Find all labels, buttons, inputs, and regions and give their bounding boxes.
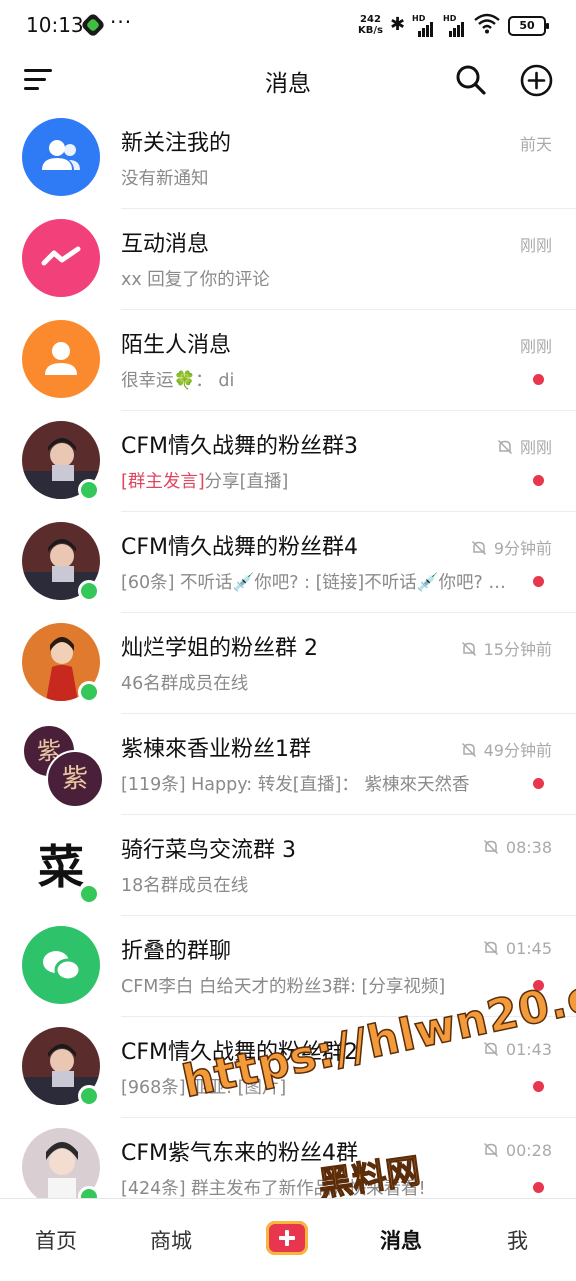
tab-home[interactable]: 首页 [35,1225,77,1255]
group-avatar: 紫 紫 [22,724,104,808]
message-time: 15分钟前 [461,636,552,660]
message-title: CFM情久战舞的粉丝群4 [121,535,358,560]
mute-bell-icon [471,540,486,556]
network-speed-value: 242 [360,14,381,25]
mute-bell-icon [483,940,498,956]
message-preview: xx 回复了你的评论 [121,270,270,290]
signal-icon: HD [412,14,438,37]
message-time-text: 08:38 [505,838,552,857]
app-notification-icon [80,12,106,38]
message-time-text: 15分钟前 [483,640,552,659]
message-row-new-followers[interactable]: 新关注我的 没有新通知 前天 [0,108,576,209]
mute-bell-icon [497,439,513,455]
unread-dot [533,1081,544,1092]
unread-dot [533,576,544,587]
message-preview: [424条] 群主发布了新作品，快来看看! [121,1179,426,1199]
message-time: 00:28 [483,1141,552,1160]
message-preview: 18名群成员在线 [121,876,249,896]
battery-icon: 50 [508,16,549,36]
search-icon[interactable] [455,64,487,96]
message-title: 紫棟來香业粉丝1群 [121,737,311,762]
tab-messages[interactable]: 消息 [380,1225,422,1255]
message-time: 08:38 [483,838,552,857]
mute-bell-icon [461,742,476,758]
message-title: 新关注我的 [121,131,232,156]
message-preview-highlight: [群主发言] [121,472,205,492]
page-title: 消息 [265,71,311,97]
message-time-text: 9分钟前 [493,539,552,558]
tab-mall[interactable]: 商城 [150,1225,192,1255]
unread-dot [533,475,544,486]
online-indicator [78,681,100,703]
message-preview-text: 分享[直播] [204,472,289,492]
mute-bell-icon [461,641,476,657]
message-time: 49分钟前 [461,737,552,761]
message-row-group[interactable]: 紫 紫 紫棟來香业粉丝1群 [119条] Happy: 转发[直播]： 紫棟來天… [0,714,576,815]
message-title: CFM情久战舞的粉丝群3 [121,434,358,459]
create-plus-button[interactable] [266,1221,308,1255]
online-indicator [78,580,100,602]
message-preview: 没有新通知 [121,169,209,189]
message-time-text: 01:43 [505,1040,552,1059]
message-row-group[interactable]: 菜 骑行菜鸟交流群 3 18名群成员在线 08:38 [0,815,576,916]
online-indicator [78,883,100,905]
bluetooth-icon: ✱ [390,14,406,35]
message-title: 骑行菜鸟交流群 3 [121,838,296,863]
folded-chats-avatar [22,926,100,1004]
network-speed: 242 KB/s [358,14,383,36]
message-title: 折叠的群聊 [121,939,232,964]
message-preview: CFM李白 白给天才的粉丝3群: [分享视频] [121,977,446,997]
message-time-text: 刚刚 [519,236,552,255]
mute-bell-icon [483,839,498,855]
message-preview: [119条] Happy: 转发[直播]： 紫棟來天然香 [121,775,470,795]
message-time-text: 00:28 [505,1141,552,1160]
network-speed-unit: KB/s [358,25,383,36]
message-time: 9分钟前 [471,535,552,559]
message-time-text: 49分钟前 [483,741,552,760]
status-time: 10:13 [26,13,84,37]
header: 消息 [0,52,576,108]
seal-logo: 紫 [46,750,104,808]
message-row-group[interactable]: CFM情久战舞的粉丝群3 [群主发言]分享[直播] 刚刚 [0,411,576,512]
message-title: 陌生人消息 [121,333,232,358]
message-row-group[interactable]: CFM情久战舞的粉丝群4 [60条] 不听话💉你吧? : [链接]不听话💉你吧?… [0,512,576,613]
message-preview: [60条] 不听话💉你吧? : [链接]不听话💉你吧? : [链接] [121,573,511,593]
status-bar: 10:13 ··· 242 KB/s ✱ HD HD 50 [0,0,576,52]
message-time: 刚刚 [520,333,552,357]
message-preview: 很幸运🍀： di [121,371,235,391]
message-time-text: 刚刚 [519,438,552,457]
message-preview: 46名群成员在线 [121,674,249,694]
add-icon[interactable] [520,64,553,97]
message-time: 刚刚 [520,232,552,256]
message-title: 灿烂学姐的粉丝群 2 [121,636,318,661]
unread-dot [533,778,544,789]
message-preview: [群主发言]分享[直播] [121,468,511,493]
interactions-avatar [22,219,100,297]
message-row-group[interactable]: 灿烂学姐的粉丝群 2 46名群成员在线 15分钟前 [0,613,576,714]
message-time: 01:45 [483,939,552,958]
message-time-text: 刚刚 [519,337,552,356]
message-title: 互动消息 [121,232,210,257]
message-row-strangers[interactable]: 陌生人消息 很幸运🍀： di 刚刚 [0,310,576,411]
more-notifications-icon: ··· [110,10,133,34]
wifi-icon [474,12,500,34]
strangers-avatar [22,320,100,398]
message-time: 刚刚 [497,434,552,458]
bottom-tab-bar: 首页 商城 消息 我 [0,1198,576,1281]
message-time-text: 前天 [519,135,552,154]
unread-dot [533,374,544,385]
followers-avatar [22,118,100,196]
message-time: 前天 [520,131,552,155]
mute-bell-icon [483,1142,498,1158]
message-time-text: 01:45 [505,939,552,958]
message-row-interactions[interactable]: 互动消息 xx 回复了你的评论 刚刚 [0,209,576,310]
signal-icon-2: HD [443,14,469,37]
online-indicator [78,1085,100,1107]
tab-me[interactable]: 我 [507,1225,528,1255]
unread-dot [533,1182,544,1193]
online-indicator [78,479,100,501]
